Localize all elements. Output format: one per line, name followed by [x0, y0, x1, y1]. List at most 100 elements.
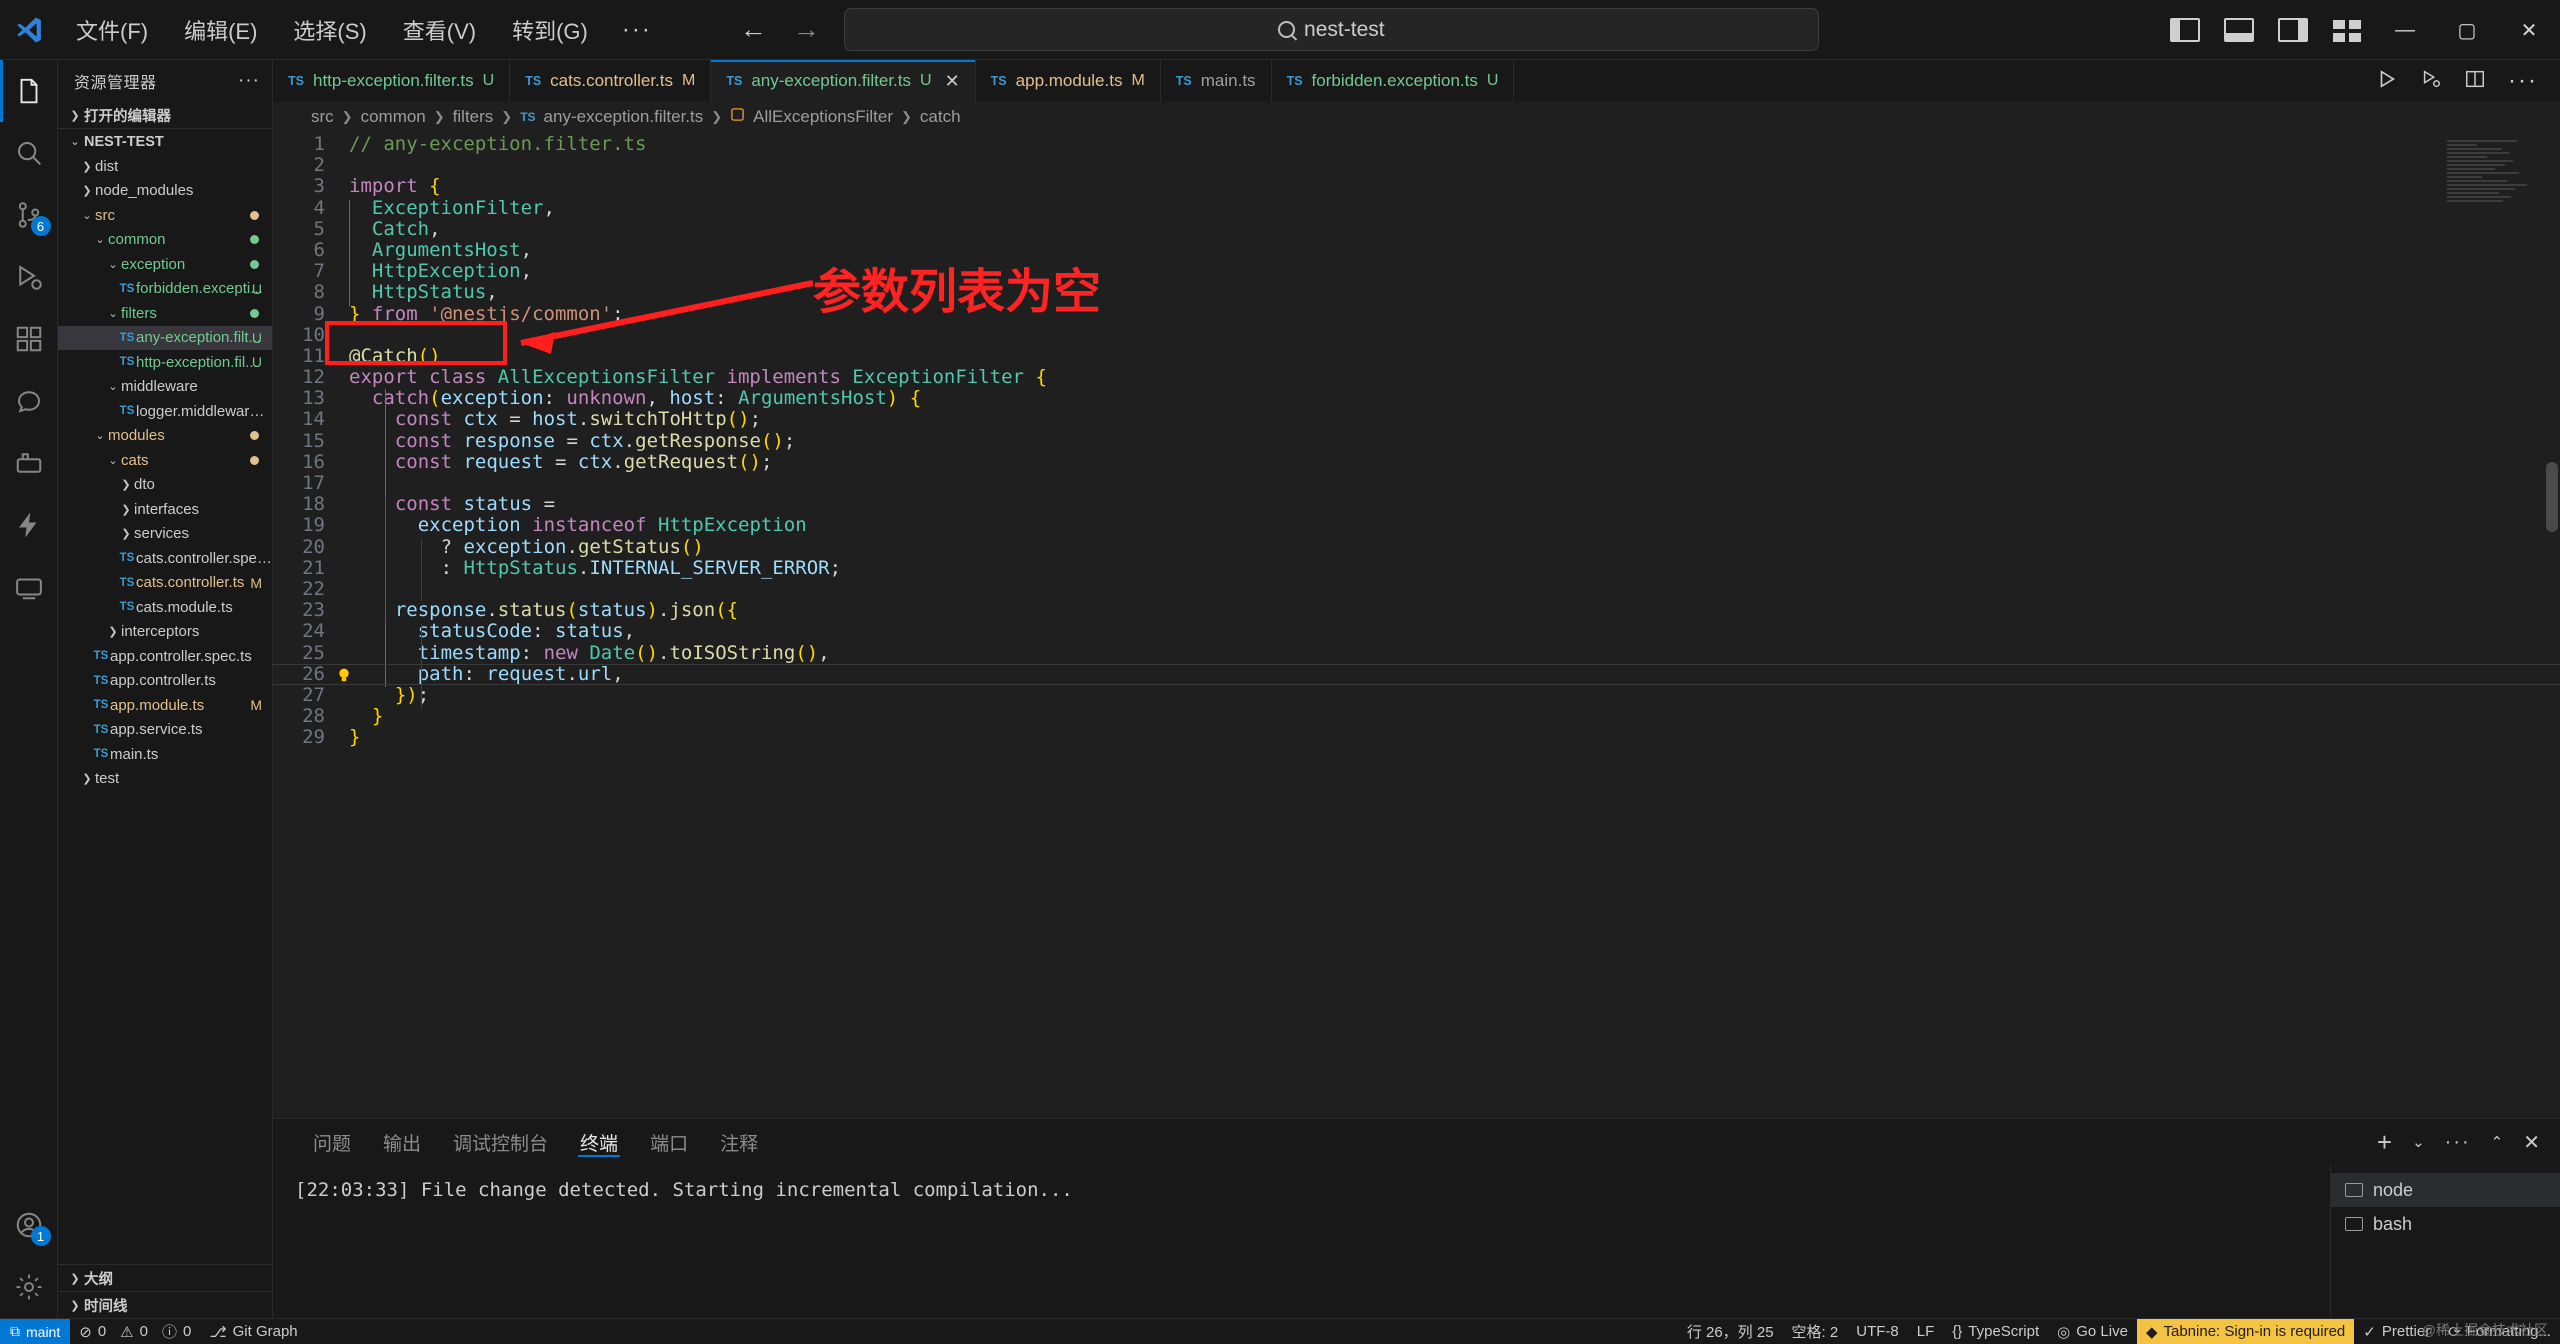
- timeline-section[interactable]: ❯ 时间线: [58, 1291, 272, 1318]
- panel-tab[interactable]: 终端: [564, 1119, 634, 1165]
- activity-settings[interactable]: [0, 1256, 58, 1318]
- tree-item[interactable]: ❯ services: [58, 522, 272, 547]
- toggle-secondary-sidebar-icon[interactable]: [2272, 13, 2314, 47]
- split-terminal-dropdown-icon[interactable]: ⌄: [2412, 1133, 2425, 1151]
- run-and-debug-icon[interactable]: [2420, 68, 2442, 95]
- tree-item[interactable]: ⌄ modules: [58, 424, 272, 449]
- tree-item[interactable]: TS app.controller.ts: [58, 669, 272, 694]
- breadcrumb-item[interactable]: any-exception.filter.ts: [544, 107, 704, 127]
- status-bar-item[interactable]: 空格: 2: [1783, 1319, 1848, 1344]
- more-actions-icon[interactable]: ···: [2508, 67, 2538, 95]
- status-bar-item[interactable]: LF: [1908, 1319, 1944, 1344]
- tree-item[interactable]: ❯ dto: [58, 473, 272, 498]
- tree-item[interactable]: ⌄ middleware: [58, 375, 272, 400]
- customize-layout-icon[interactable]: [2326, 13, 2368, 47]
- tree-item[interactable]: TS cats.controller.ts M: [58, 571, 272, 596]
- code-editor[interactable]: 1 2 3 4 5 6 7 8 9 10 11 12 13 14 15 16 17 18 19 20 21 22 23 24 2…: [273, 132, 2560, 1118]
- activity-docker[interactable]: [0, 432, 58, 494]
- activity-run-and-debug[interactable]: [0, 246, 58, 308]
- open-editors-section[interactable]: ❯ 打开的编辑器: [58, 102, 272, 128]
- editor-tab[interactable]: TS http-exception.filter.ts U: [273, 60, 511, 102]
- tree-item[interactable]: ⌄ cats: [58, 448, 272, 473]
- window-minimize-button[interactable]: —: [2374, 0, 2436, 60]
- tree-item[interactable]: TS cats.controller.spec.ts: [58, 546, 272, 571]
- activity-search[interactable]: [0, 122, 58, 184]
- split-editor-icon[interactable]: [2464, 68, 2486, 95]
- panel-tab[interactable]: 调试控制台: [437, 1119, 564, 1165]
- tree-item[interactable]: TS cats.module.ts: [58, 595, 272, 620]
- close-icon[interactable]: ✕: [945, 71, 960, 92]
- minimap[interactable]: [2447, 140, 2542, 220]
- panel-tab[interactable]: 问题: [297, 1119, 367, 1165]
- tree-item[interactable]: ⌄ filters: [58, 301, 272, 326]
- sidebar-more-actions-icon[interactable]: ···: [238, 70, 260, 92]
- menu-more-icon[interactable]: ···: [606, 12, 668, 48]
- tree-item[interactable]: TS app.module.ts M: [58, 693, 272, 718]
- outline-section[interactable]: ❯ 大纲: [58, 1264, 272, 1291]
- editor-tab[interactable]: TS app.module.ts M: [975, 60, 1161, 102]
- tree-item[interactable]: ❯ interceptors: [58, 620, 272, 645]
- breadcrumb-item[interactable]: catch: [920, 107, 961, 127]
- menu-go[interactable]: 转到(G): [494, 8, 606, 52]
- activity-copilot-chat[interactable]: [0, 370, 58, 432]
- terminal-list-item[interactable]: bash: [2331, 1207, 2560, 1241]
- activity-thunder-client[interactable]: [0, 494, 58, 556]
- tree-item[interactable]: TS app.controller.spec.ts: [58, 644, 272, 669]
- breadcrumb-item[interactable]: AllExceptionsFilter: [753, 107, 893, 127]
- project-section[interactable]: ⌄ NEST-TEST: [58, 128, 272, 154]
- menu-view[interactable]: 查看(V): [385, 8, 494, 52]
- add-terminal-icon[interactable]: +: [2377, 1127, 2392, 1158]
- breadcrumb-item[interactable]: common: [361, 107, 426, 127]
- tree-item[interactable]: TS app.service.ts: [58, 718, 272, 743]
- tree-item[interactable]: ⌄ common: [58, 228, 272, 253]
- run-icon[interactable]: [2376, 68, 2398, 95]
- activity-source-control[interactable]: 6: [0, 184, 58, 246]
- breadcrumb-item[interactable]: filters: [453, 107, 494, 127]
- tree-item[interactable]: TS any-exception.filt... U: [58, 325, 272, 350]
- menu-file[interactable]: 文件(F): [58, 8, 166, 52]
- editor-tab[interactable]: TS main.ts: [1160, 60, 1272, 102]
- activity-explorer[interactable]: [0, 60, 58, 122]
- tree-item[interactable]: ❯ dist: [58, 154, 272, 179]
- tree-item[interactable]: TS http-exception.fil... U: [58, 350, 272, 375]
- back-arrow-icon[interactable]: ←: [740, 16, 767, 43]
- menu-selection[interactable]: 选择(S): [275, 8, 384, 52]
- menu-edit[interactable]: 编辑(E): [166, 8, 275, 52]
- more-actions-icon[interactable]: ···: [2445, 1131, 2471, 1154]
- status-bar-item[interactable]: 行 26，列 25: [1678, 1319, 1783, 1344]
- tree-item[interactable]: TS main.ts: [58, 742, 272, 767]
- window-maximize-button[interactable]: ▢: [2436, 0, 2498, 60]
- editor-tab[interactable]: TS cats.controller.ts M: [510, 60, 712, 102]
- panel-tab[interactable]: 端口: [634, 1119, 704, 1165]
- editor-tab[interactable]: TS any-exception.filter.ts U ✕: [711, 60, 976, 102]
- status-bar-item[interactable]: UTF-8: [1847, 1319, 1908, 1344]
- status-problems[interactable]: ⊘ 0 ⚠ 0 ⓘ 0: [70, 1319, 200, 1344]
- command-center[interactable]: nest-test: [843, 8, 1819, 51]
- terminal-list-item[interactable]: node: [2331, 1173, 2560, 1207]
- lightbulb-quickfix-icon[interactable]: [335, 666, 353, 684]
- tree-item[interactable]: ❯ test: [58, 767, 272, 792]
- toggle-panel-icon[interactable]: [2218, 13, 2260, 47]
- tree-item[interactable]: ⌄ exception: [58, 252, 272, 277]
- activity-remote-explorer[interactable]: [0, 556, 58, 618]
- tree-item[interactable]: ❯ node_modules: [58, 179, 272, 204]
- close-panel-icon[interactable]: ✕: [2523, 1130, 2540, 1155]
- maximize-panel-icon[interactable]: ⌃: [2491, 1133, 2504, 1151]
- panel-tab[interactable]: 注释: [704, 1119, 774, 1165]
- status-bar-item[interactable]: ◆ Tabnine: Sign-in is required: [2136, 1318, 2355, 1344]
- forward-arrow-icon[interactable]: →: [793, 16, 820, 43]
- status-bar-item[interactable]: {} TypeScript: [1943, 1319, 2048, 1344]
- window-close-button[interactable]: ✕: [2498, 0, 2560, 60]
- status-git-graph[interactable]: ⎇ Git Graph: [200, 1319, 306, 1344]
- editor-tab[interactable]: TS forbidden.exception.ts U: [1271, 60, 1515, 102]
- tree-item[interactable]: ⌄ src: [58, 203, 272, 228]
- tree-item[interactable]: TS logger.middleware.ts: [58, 399, 272, 424]
- status-bar-item[interactable]: ◎ Go Live: [2048, 1319, 2137, 1344]
- panel-tab[interactable]: 输出: [367, 1119, 437, 1165]
- tree-item[interactable]: TS forbidden.excepti... U: [58, 277, 272, 302]
- breadcrumb-item[interactable]: src: [311, 107, 334, 127]
- status-remote-indicator[interactable]: ⧉ maint: [0, 1318, 71, 1344]
- activity-accounts[interactable]: 1: [0, 1194, 58, 1256]
- editor-vertical-scrollbar[interactable]: [2546, 462, 2558, 532]
- toggle-primary-sidebar-icon[interactable]: [2164, 13, 2206, 47]
